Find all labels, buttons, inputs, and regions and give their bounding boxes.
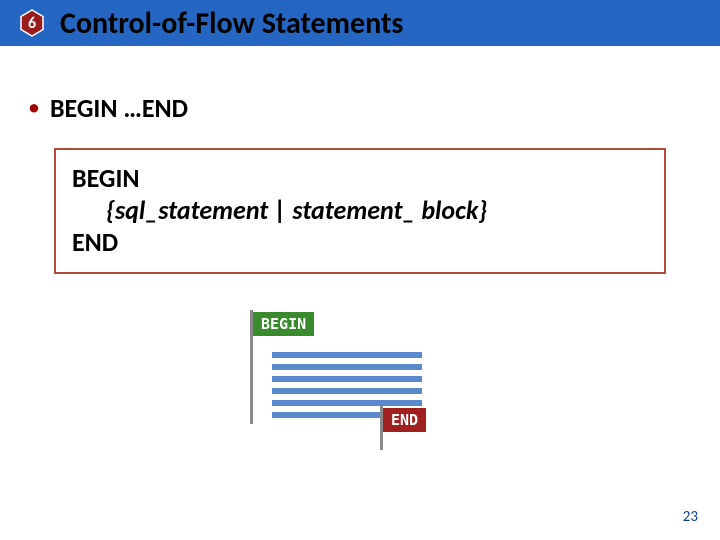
end-flag: END xyxy=(380,406,426,434)
syntax-statement: {sql_statement | statement_ block} xyxy=(106,194,648,226)
chapter-badge: 6 xyxy=(18,9,46,37)
begin-flag-pole xyxy=(250,332,253,424)
begin-flag: BEGIN xyxy=(250,310,314,338)
end-flag-label: END xyxy=(383,408,426,432)
syntax-end: END xyxy=(72,226,648,258)
code-line xyxy=(272,352,422,358)
code-line xyxy=(272,376,422,382)
bullet-item: • BEGIN …END xyxy=(28,92,720,124)
begin-flag-label: BEGIN xyxy=(253,312,314,336)
page-number: 23 xyxy=(683,508,698,526)
bullet-text: BEGIN …END xyxy=(50,92,188,124)
slide-title: Control-of-Flow Statements xyxy=(60,5,403,42)
begin-end-diagram: BEGIN END xyxy=(250,310,470,450)
bullet-dot-icon: • xyxy=(28,96,40,120)
syntax-box: BEGIN {sql_statement | statement_ block}… xyxy=(54,148,666,274)
syntax-begin: BEGIN xyxy=(72,162,648,194)
end-flag-pole xyxy=(380,428,383,450)
chapter-number: 6 xyxy=(28,14,36,33)
code-line xyxy=(272,364,422,370)
slide-header: 6 Control-of-Flow Statements xyxy=(0,0,720,46)
code-line xyxy=(272,388,422,394)
